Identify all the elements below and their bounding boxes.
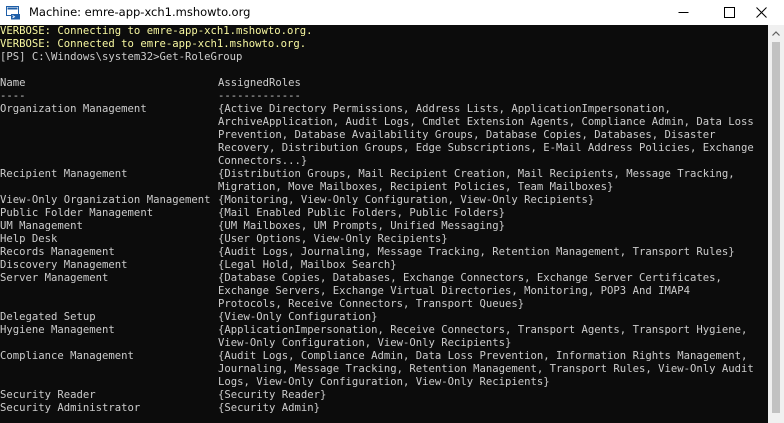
role-group-name: Records Management <box>0 246 115 258</box>
console-output[interactable]: VERBOSE: Connecting to emre-app-xch1.msh… <box>0 25 768 423</box>
role-group-name: Organization Management <box>0 103 147 115</box>
assigned-roles-line: {Audit Logs, Compliance Admin, Data Loss… <box>218 350 748 362</box>
assigned-roles-line: Migration, Move Mailboxes, Recipient Pol… <box>218 181 614 193</box>
role-group-name: Recipient Management <box>0 168 128 180</box>
assigned-roles-line: Logs, View-Only Configuration, View-Only… <box>218 376 550 388</box>
role-group-name: Compliance Management <box>0 350 134 362</box>
assigned-roles-line: {UM Mailboxes, UM Prompts, Unified Messa… <box>218 220 506 232</box>
verbose-line: VERBOSE: Connecting to emre-app-xch1.msh… <box>0 25 313 37</box>
role-group-name: Security Administrator <box>0 402 141 414</box>
minimize-icon <box>678 12 688 13</box>
header-roles-underline: ------------- <box>218 90 301 102</box>
close-icon <box>755 7 767 18</box>
command: Get-RoleGroup <box>159 51 243 63</box>
assigned-roles-line: {View-Only Configuration} <box>218 311 378 323</box>
title-bar[interactable]: Machine: emre-app-xch1.mshowto.org <box>0 0 784 26</box>
maximize-icon <box>723 7 735 18</box>
assigned-roles-line: View-Only Configuration, View-Only Recip… <box>218 337 512 349</box>
assigned-roles-line: Exchange Servers, Exchange Virtual Direc… <box>218 285 690 297</box>
role-group-name: View-Only Organization Management <box>0 194 211 206</box>
scroll-up-arrow-icon <box>772 30 780 36</box>
assigned-roles-line: Protocols, Receive Connectors, Transport… <box>218 298 525 310</box>
assigned-roles-line: ArchiveApplication, Audit Logs, Cmdlet E… <box>218 116 754 128</box>
assigned-roles-line: {Database Copies, Databases, Exchange Co… <box>218 272 722 284</box>
prompt: [PS] C:\Windows\system32> <box>0 51 160 63</box>
assigned-roles-line: {Security Reader} <box>218 389 327 401</box>
assigned-roles-line: Prevention, Database Availability Groups… <box>218 129 716 141</box>
assigned-roles-line: {Monitoring, View-Only Configuration, Vi… <box>218 194 595 206</box>
role-group-name: Security Reader <box>0 389 96 401</box>
role-group-name: Delegated Setup <box>0 311 96 323</box>
vertical-scrollbar[interactable] <box>768 25 784 423</box>
role-group-name: Discovery Management <box>0 259 128 271</box>
prompt-line: [PS] C:\Windows\system32>Get-RoleGroup <box>0 51 242 64</box>
window-title: Machine: emre-app-xch1.mshowto.org <box>29 5 251 19</box>
header-name: Name <box>0 77 26 89</box>
role-group-name: Public Folder Management <box>0 207 154 219</box>
header-name-underline: ---- <box>0 90 26 102</box>
powershell-machine-icon[interactable] <box>6 5 21 20</box>
role-group-name: Hygiene Management <box>0 324 115 336</box>
assigned-roles-line: {Mail Enabled Public Folders, Public Fol… <box>218 207 506 219</box>
assigned-roles-line: {Security Admin} <box>218 402 321 414</box>
role-group-name: UM Management <box>0 220 83 232</box>
scroll-up-button[interactable] <box>768 25 784 41</box>
assigned-roles-line: {Audit Logs, Journaling, Message Trackin… <box>218 246 735 258</box>
scroll-thumb[interactable] <box>772 42 780 413</box>
minimize-button[interactable] <box>660 0 706 25</box>
assigned-roles-line: {Active Directory Permissions, Address L… <box>218 103 671 115</box>
assigned-roles-line: {Distribution Groups, Mail Recipient Cre… <box>218 168 735 180</box>
close-button[interactable] <box>738 0 784 25</box>
role-group-name: Help Desk <box>0 233 58 245</box>
assigned-roles-line: {ApplicationImpersonation, Receive Conne… <box>218 324 748 336</box>
assigned-roles-line: {User Options, View-Only Recipients} <box>218 233 448 245</box>
assigned-roles-line: Connectors...} <box>218 155 308 167</box>
verbose-line: VERBOSE: Connected to emre-app-xch1.msho… <box>0 38 307 50</box>
header-assigned-roles: AssignedRoles <box>218 77 301 89</box>
assigned-roles-line: Recovery, Distribution Groups, Edge Subs… <box>218 142 754 154</box>
role-group-name: Server Management <box>0 272 109 284</box>
assigned-roles-line: {Legal Hold, Mailbox Search} <box>218 259 397 271</box>
assigned-roles-line: Journaling, Message Tracking, Retention … <box>218 363 754 375</box>
